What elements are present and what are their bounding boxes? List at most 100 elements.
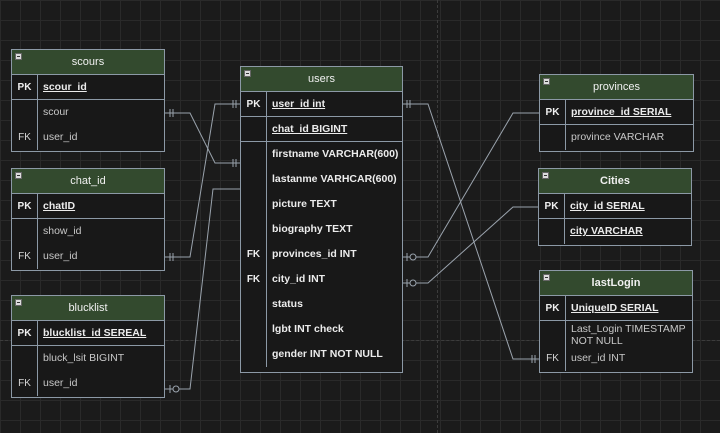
field-name: blucklist_id SEREAL — [43, 327, 147, 339]
collapse-icon[interactable] — [543, 274, 550, 281]
field-name: chatID — [43, 200, 76, 212]
key-label — [12, 100, 38, 125]
entity-title: users — [308, 73, 335, 85]
key-label — [241, 117, 267, 141]
field-row[interactable]: PK scour_id — [12, 75, 164, 100]
field-row[interactable]: province VARCHAR — [540, 125, 693, 150]
field-name: user_id — [43, 131, 78, 143]
key-label: PK — [12, 75, 38, 99]
field-row[interactable]: scour — [12, 100, 164, 125]
field-name: province_id SERIAL — [571, 106, 672, 118]
field-name: bluck_lsit BIGINT — [43, 352, 125, 364]
entity-header[interactable]: chat_id — [12, 169, 164, 194]
rel-users-lastlogin — [403, 100, 540, 363]
entity-title: scours — [71, 56, 105, 68]
collapse-icon[interactable] — [15, 53, 22, 60]
key-label: PK — [241, 92, 267, 116]
collapse-icon[interactable] — [542, 172, 549, 179]
field-row[interactable]: show_id — [12, 219, 164, 244]
entity-header[interactable]: scours — [12, 50, 164, 75]
entity-header[interactable]: lastLogin — [540, 271, 692, 296]
key-label — [241, 217, 267, 242]
field-row[interactable]: bluck_lsit BIGINT — [12, 346, 164, 371]
key-label: FK — [12, 125, 38, 150]
field-row[interactable]: status — [241, 292, 402, 317]
key-label — [241, 167, 267, 192]
key-label — [539, 219, 565, 244]
field-row[interactable]: PK UniqueID SERIAL — [540, 296, 692, 321]
field-name: show_id — [43, 225, 82, 237]
field-name: status — [272, 298, 303, 310]
field-row[interactable]: firstname VARCHAR(600) — [241, 142, 402, 167]
entity-header[interactable]: provinces — [540, 75, 693, 100]
field-name: province VARCHAR — [571, 131, 665, 143]
key-label: FK — [12, 371, 38, 396]
field-name: firstname VARCHAR(600) — [272, 148, 399, 160]
key-label: PK — [12, 321, 38, 345]
entity-title: blucklist — [68, 302, 108, 314]
field-name: city VARCHAR — [570, 225, 643, 237]
entity-title: Cities — [600, 175, 630, 187]
entity-provinces[interactable]: provinces PK province_id SERIAL province… — [539, 74, 694, 152]
field-row[interactable]: FK user_id — [12, 125, 164, 150]
key-label — [12, 346, 38, 371]
field-name: lgbt INT check — [272, 323, 344, 335]
entity-header[interactable]: blucklist — [12, 296, 164, 321]
field-row[interactable]: city VARCHAR — [539, 219, 691, 244]
key-label — [241, 292, 267, 317]
entity-header[interactable]: Cities — [539, 169, 691, 194]
entity-blucklist[interactable]: blucklist PK blucklist_id SEREAL bluck_l… — [11, 295, 165, 398]
key-label — [241, 192, 267, 217]
entity-header[interactable]: users — [241, 67, 402, 92]
collapse-icon[interactable] — [15, 299, 22, 306]
field-row[interactable]: PK city_id SERIAL — [539, 194, 691, 219]
key-label: PK — [540, 100, 566, 124]
key-label — [12, 219, 38, 244]
collapse-icon[interactable] — [15, 172, 22, 179]
key-label: FK — [241, 267, 267, 292]
field-name: user_id int — [272, 98, 326, 110]
field-row[interactable]: FK provinces_id INT — [241, 242, 402, 267]
entity-chat-id[interactable]: chat_id PK chatID show_id FK user_id — [11, 168, 165, 271]
field-row[interactable]: PK blucklist_id SEREAL — [12, 321, 164, 346]
field-row[interactable]: FK city_id INT — [241, 267, 402, 292]
collapse-icon[interactable] — [244, 70, 251, 77]
field-row[interactable]: PK user_id int — [241, 92, 402, 117]
entity-scours[interactable]: scours PK scour_id scour FK user_id — [11, 49, 165, 152]
rel-chatid-users — [165, 100, 241, 261]
field-row[interactable]: lastanme VARHCAR(600) — [241, 167, 402, 192]
entity-title: provinces — [592, 81, 641, 93]
field-name: provinces_id INT — [272, 248, 357, 260]
field-row[interactable]: chat_id BIGINT — [241, 117, 402, 142]
field-name: user_id — [43, 377, 78, 389]
key-label: FK — [12, 244, 38, 269]
entity-lastlogin[interactable]: lastLogin PK UniqueID SERIAL Last_Login … — [539, 270, 693, 373]
key-label: PK — [540, 296, 566, 320]
field-row[interactable]: PK province_id SERIAL — [540, 100, 693, 125]
entity-users[interactable]: users PK user_id int chat_id BIGINT firs… — [240, 66, 403, 373]
field-name: scour_id — [43, 81, 87, 93]
field-row[interactable]: picture TEXT — [241, 192, 402, 217]
field-name: biography TEXT — [272, 223, 353, 235]
rel-blucklist-users — [165, 188, 241, 393]
key-label — [540, 125, 566, 150]
field-row[interactable]: FK user_id INT — [540, 346, 692, 371]
field-name: scour — [43, 106, 69, 118]
field-row[interactable]: lgbt INT check — [241, 317, 402, 342]
field-row[interactable]: FK user_id — [12, 371, 164, 396]
field-row[interactable]: Last_Login TIMESTAMP NOT NULL — [540, 321, 692, 347]
entity-cities[interactable]: Cities PK city_id SERIAL city VARCHAR — [538, 168, 692, 246]
field-name: gender INT NOT NULL — [272, 348, 383, 360]
collapse-icon[interactable] — [543, 78, 550, 85]
field-row[interactable]: PK chatID — [12, 194, 164, 219]
rel-users-provinces — [403, 112, 540, 261]
key-label: PK — [539, 194, 565, 218]
field-name: Last_Login TIMESTAMP NOT NULL — [571, 323, 686, 347]
field-name: chat_id BIGINT — [272, 123, 348, 135]
field-row[interactable]: biography TEXT — [241, 217, 402, 242]
field-row[interactable]: gender INT NOT NULL — [241, 342, 402, 367]
rel-scours-users — [165, 109, 241, 167]
field-name: city_id INT — [272, 273, 326, 285]
field-name: user_id INT — [571, 352, 626, 364]
field-row[interactable]: FK user_id — [12, 244, 164, 269]
